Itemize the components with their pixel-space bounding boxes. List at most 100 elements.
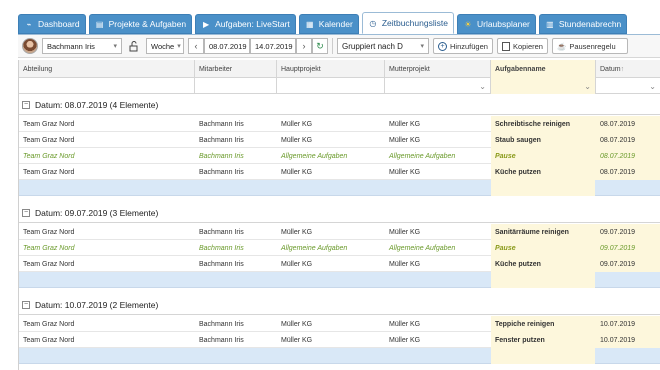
table-row[interactable]: Team Graz Nord Bachmann Iris Müller KG Müll…	[19, 164, 660, 180]
report-icon: ▥	[546, 19, 554, 29]
add-button[interactable]: + Hinzufügen	[433, 38, 493, 54]
copy-button-label: Kopieren	[512, 41, 543, 51]
unlock-icon[interactable]	[126, 38, 142, 54]
filter-row: ⌄ ⌄ ⌄	[19, 78, 660, 94]
avatar	[22, 38, 38, 54]
group-summary-highlight	[491, 348, 595, 364]
column-header-label: Hauptprojekt	[281, 65, 321, 73]
tab-kalender[interactable]: ▦ Kalender	[298, 14, 359, 34]
break-rule-button[interactable]: ☕ Pausenregelu	[551, 38, 628, 54]
clock-icon: ◷	[369, 18, 377, 28]
column-header-label: Abteilung	[23, 65, 53, 73]
tab-label: Kalender	[318, 19, 353, 29]
cell-datum: 09.07.2019	[596, 256, 660, 272]
column-header[interactable]: Abteilung	[19, 60, 195, 78]
column-filter[interactable]: ⌄	[596, 78, 660, 94]
user-select[interactable]: Bachmann Iris ▾	[42, 38, 122, 54]
column-header[interactable]: Aufgabenname	[491, 60, 596, 78]
grid-header: Abteilung Mitarbeiter Hauptprojekt Mutterpr…	[19, 60, 660, 78]
cell-abteilung: Team Graz Nord	[23, 152, 75, 160]
cell-mitarbeiter: Bachmann Iris	[199, 136, 244, 144]
break-rule-label: Pausenregelu	[569, 41, 616, 51]
collapse-icon[interactable]: −	[22, 300, 30, 309]
cell-mitarbeiter: Bachmann Iris	[199, 244, 244, 252]
cell-aufgabe: Schreibtische reinigen	[491, 116, 596, 132]
group-summary-row	[19, 180, 660, 196]
date-from-field[interactable]: 08.07.2019	[204, 38, 250, 54]
table-row[interactable]: Team Graz Nord Bachmann Iris Allgemeine Au…	[19, 148, 660, 164]
cell-mutterprojekt: Müller KG	[389, 260, 421, 268]
group-by-select[interactable]: Gruppiert nach D ▾	[337, 38, 429, 54]
cell-datum: 08.07.2019	[596, 132, 660, 148]
cell-mutterprojekt: Allgemeine Aufgaben	[389, 244, 456, 252]
column-header-label: Mitarbeiter	[199, 65, 233, 73]
cup-icon: ☕	[556, 41, 567, 51]
period-select[interactable]: Woche ▾	[146, 38, 184, 54]
date-to-field[interactable]: 14.07.2019	[250, 38, 296, 54]
table-row[interactable]: Team Graz Nord Bachmann Iris Müller KG Müll…	[19, 224, 660, 240]
column-header-label: Aufgabenname	[495, 65, 546, 73]
table-row[interactable]: Team Graz Nord Bachmann Iris Müller KG Müll…	[19, 132, 660, 148]
tab-label: Stundenabrechn	[558, 19, 622, 29]
collapse-icon[interactable]: −	[22, 208, 30, 217]
column-header[interactable]: Mutterprojekt	[385, 60, 491, 78]
cell-datum: 10.07.2019	[596, 316, 660, 332]
tab-bar: ⌁ Dashboard ▤ Projekte & Aufgaben ▶ Aufgaben:…	[18, 12, 660, 34]
cell-mitarbeiter: Bachmann Iris	[199, 336, 244, 344]
tab-zeitbuchungsliste[interactable]: ◷ Zeitbuchungsliste	[361, 12, 454, 34]
cell-mitarbeiter: Bachmann Iris	[199, 120, 244, 128]
cell-datum: 08.07.2019	[596, 148, 660, 164]
group-summary-row	[19, 272, 660, 288]
table-row[interactable]: Team Graz Nord Bachmann Iris Allgemeine Au…	[19, 240, 660, 256]
cell-mitarbeiter: Bachmann Iris	[199, 260, 244, 268]
time-booking-grid: Abteilung Mitarbeiter Hauptprojekt Mutterpr…	[18, 60, 660, 370]
group-header[interactable]: − Datum: 10.07.2019 (2 Elemente)	[19, 295, 660, 315]
group-summary-highlight	[491, 180, 595, 196]
refresh-button[interactable]: ↻	[312, 38, 328, 54]
add-button-label: Hinzufügen	[450, 41, 488, 51]
group-label: Datum: 08.07.2019 (4 Elemente)	[35, 99, 159, 110]
group-header[interactable]: − Datum: 09.07.2019 (3 Elemente)	[19, 203, 660, 223]
table-row[interactable]: Team Graz Nord Bachmann Iris Müller KG Müll…	[19, 116, 660, 132]
group-label: Datum: 10.07.2019 (2 Elemente)	[35, 299, 159, 310]
copy-button[interactable]: Kopieren	[496, 38, 548, 54]
column-header[interactable]: Mitarbeiter	[195, 60, 277, 78]
group-label: Datum: 09.07.2019 (3 Elemente)	[35, 207, 159, 218]
column-header[interactable]: Hauptprojekt	[277, 60, 385, 78]
chevron-left-icon: ‹	[194, 41, 198, 51]
tab-dashboard[interactable]: ⌁ Dashboard	[18, 14, 86, 34]
chevron-right-icon: ›	[302, 41, 306, 51]
cell-abteilung: Team Graz Nord	[23, 228, 75, 236]
column-filter[interactable]	[277, 78, 385, 94]
column-filter[interactable]	[19, 78, 195, 94]
cell-mutterprojekt: Müller KG	[389, 120, 421, 128]
cell-abteilung: Team Graz Nord	[23, 336, 75, 344]
cell-mitarbeiter: Bachmann Iris	[199, 168, 244, 176]
cell-mutterprojekt: Müller KG	[389, 320, 421, 328]
tab-urlaubsplaner[interactable]: ☀ Urlaubsplaner	[456, 14, 536, 34]
tab-label: Aufgaben: LiveStart	[215, 19, 290, 29]
play-icon: ▶	[203, 19, 210, 29]
cell-hauptprojekt: Müller KG	[281, 320, 313, 328]
column-filter[interactable]	[195, 78, 277, 94]
next-period-button[interactable]: ›	[296, 38, 312, 54]
previous-period-button[interactable]: ‹	[188, 38, 204, 54]
cell-aufgabe: Teppiche reinigen	[491, 316, 596, 332]
tab-label: Zeitbuchungsliste	[381, 18, 448, 28]
tab-stundenabrechn[interactable]: ▥ Stundenabrechn	[538, 14, 628, 34]
copy-icon	[501, 41, 510, 51]
tab-projekte-aufgaben[interactable]: ▤ Projekte & Aufgaben	[88, 14, 193, 34]
column-filter[interactable]: ⌄	[491, 78, 596, 94]
column-filter[interactable]: ⌄	[385, 78, 491, 94]
table-row[interactable]: Team Graz Nord Bachmann Iris Müller KG Müll…	[19, 316, 660, 332]
tab-aufgaben-livestart[interactable]: ▶ Aufgaben: LiveStart	[195, 14, 296, 34]
column-header[interactable]: Datum ↑	[596, 60, 660, 78]
table-row[interactable]: Team Graz Nord Bachmann Iris Müller KG Müll…	[19, 332, 660, 348]
table-row[interactable]: Team Graz Nord Bachmann Iris Müller KG Müll…	[19, 256, 660, 272]
cell-hauptprojekt: Müller KG	[281, 336, 313, 344]
date-from-value: 08.07.2019	[209, 41, 247, 51]
add-circle-icon: +	[438, 41, 447, 51]
group-header[interactable]: − Datum: 08.07.2019 (4 Elemente)	[19, 95, 660, 115]
collapse-icon[interactable]: −	[22, 100, 30, 109]
cell-mitarbeiter: Bachmann Iris	[199, 320, 244, 328]
